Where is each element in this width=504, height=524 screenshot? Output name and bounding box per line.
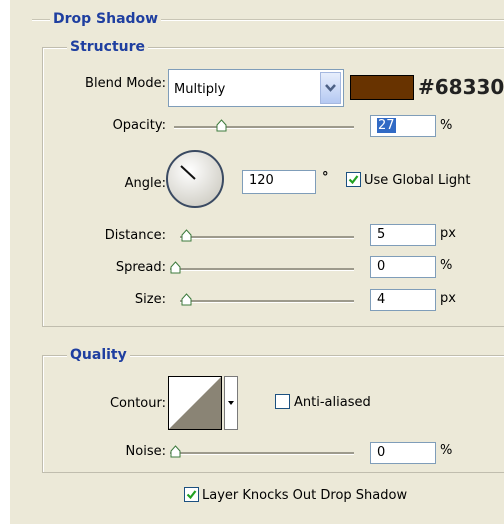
opacity-input[interactable]: 27 xyxy=(370,115,436,137)
shadow-color-hex: #683300 xyxy=(418,75,504,99)
blend-mode-label: Blend Mode: xyxy=(85,76,166,91)
chevron-down-icon[interactable] xyxy=(320,72,341,104)
noise-label: Noise: xyxy=(125,444,166,459)
angle-dial[interactable] xyxy=(164,148,226,210)
size-unit: px xyxy=(440,291,456,306)
contour-picker[interactable] xyxy=(168,376,222,430)
size-input[interactable]: 4 xyxy=(370,289,436,311)
size-slider-track[interactable] xyxy=(180,300,354,303)
noise-slider-track[interactable] xyxy=(170,452,354,455)
noise-slider-thumb[interactable] xyxy=(170,445,181,458)
anti-aliased-checkbox[interactable] xyxy=(275,394,290,409)
size-label: Size: xyxy=(134,292,166,307)
layer-knocks-out-checkbox[interactable] xyxy=(184,487,199,502)
spread-slider-track[interactable] xyxy=(170,268,354,271)
noise-value: 0 xyxy=(377,445,386,460)
noise-unit: % xyxy=(440,443,453,458)
shadow-color-swatch[interactable] xyxy=(350,75,414,100)
spread-label: Spread: xyxy=(115,260,166,275)
contour-dropdown-button[interactable] xyxy=(224,376,238,430)
use-global-light-label[interactable]: Use Global Light xyxy=(364,173,470,189)
opacity-slider-track[interactable] xyxy=(174,126,354,129)
distance-slider-track[interactable] xyxy=(180,236,354,239)
opacity-value: 27 xyxy=(377,118,396,133)
size-value: 4 xyxy=(377,292,386,307)
drop-shadow-title: Drop Shadow xyxy=(50,11,162,27)
spread-input[interactable]: 0 xyxy=(370,256,436,278)
use-global-light-checkbox[interactable] xyxy=(346,172,361,187)
angle-value: 120 xyxy=(249,173,274,188)
spread-value: 0 xyxy=(377,259,386,274)
distance-slider-thumb[interactable] xyxy=(181,229,192,242)
opacity-slider-thumb[interactable] xyxy=(216,119,227,132)
layer-knocks-out-label[interactable]: Layer Knocks Out Drop Shadow xyxy=(202,488,407,504)
blend-mode-select[interactable]: Multiply xyxy=(168,69,344,107)
structure-title: Structure xyxy=(67,39,149,55)
distance-input[interactable]: 5 xyxy=(370,224,436,246)
spread-unit: % xyxy=(440,258,453,273)
angle-input[interactable]: 120 xyxy=(242,170,316,194)
opacity-label: Opacity: xyxy=(112,118,166,133)
distance-label: Distance: xyxy=(104,228,166,243)
anti-aliased-label[interactable]: Anti-aliased xyxy=(294,395,371,411)
opacity-unit: % xyxy=(440,118,453,133)
distance-unit: px xyxy=(440,226,456,241)
spread-slider-thumb[interactable] xyxy=(170,261,181,274)
angle-unit: ° xyxy=(322,170,329,185)
layer-style-panel: Drop Shadow Structure Blend Mode: Multip… xyxy=(10,0,504,524)
size-slider-thumb[interactable] xyxy=(181,293,192,306)
angle-label: Angle: xyxy=(124,176,166,191)
noise-input[interactable]: 0 xyxy=(370,442,436,464)
quality-title: Quality xyxy=(67,347,130,363)
blend-mode-value: Multiply xyxy=(174,82,226,97)
contour-label: Contour: xyxy=(109,396,166,411)
distance-value: 5 xyxy=(377,227,386,242)
